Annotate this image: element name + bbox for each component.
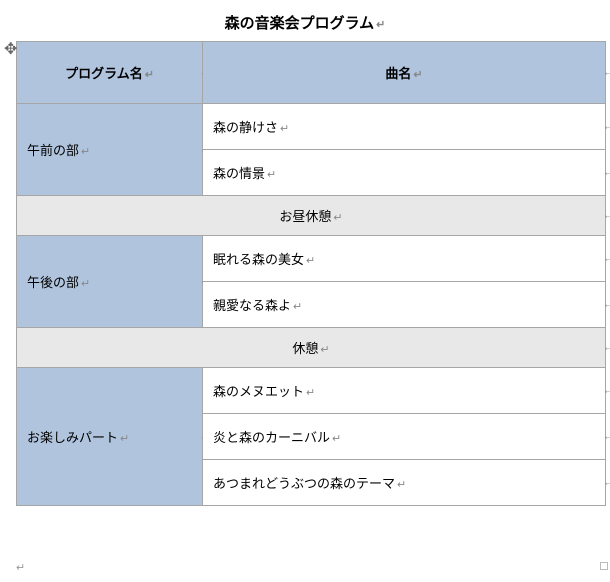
break-cell-text: お昼休憩 [279, 209, 331, 224]
return-mark-icon: ↵ [320, 343, 329, 356]
return-mark-icon: ↵ [397, 478, 406, 491]
table-container: ✥ プログラム名↵ ← 曲名↵ ← 午前の部↵←森の静けさ↵←森の情景↵←お昼休… [16, 41, 606, 506]
table-body: 午前の部↵←森の静けさ↵←森の情景↵←お昼休憩↵←午後の部↵←眠れる森の美女↵←… [17, 104, 606, 506]
song-cell: あつまれどうぶつの森のテーマ↵← [203, 460, 606, 506]
program-cell-text: お楽しみパート [27, 430, 118, 445]
cell-end-icon: ← [603, 67, 610, 78]
song-cell: 親愛なる森よ↵← [203, 282, 606, 328]
header-program-text: プログラム名 [65, 66, 143, 81]
corner-box-icon [600, 562, 608, 570]
program-cell: お楽しみパート↵← [17, 368, 203, 506]
header-song-text: 曲名 [385, 66, 411, 81]
song-cell: 森の静けさ↵← [203, 104, 606, 150]
cell-end-icon: ← [603, 431, 610, 442]
return-mark-icon: ↵ [306, 386, 315, 399]
song-cell: 炎と森のカーニバル↵← [203, 414, 606, 460]
cell-end-icon: ← [603, 253, 610, 264]
cell-end-icon: ← [603, 121, 610, 132]
return-mark-icon: ↵ [333, 211, 342, 224]
program-cell: 午前の部↵← [17, 104, 203, 196]
song-cell: 森のメヌエット↵← [203, 368, 606, 414]
table-anchor-icon: ✥ [4, 39, 16, 51]
return-mark-icon: ↵ [376, 18, 385, 31]
cell-end-icon: ← [603, 477, 610, 488]
return-mark-icon: ↵ [293, 300, 302, 313]
break-cell: お昼休憩↵← [17, 196, 606, 236]
cell-end-icon: ← [603, 385, 610, 396]
cell-end-icon: ← [603, 210, 610, 221]
return-mark-icon: ↵ [280, 122, 289, 135]
song-cell-text: 炎と森のカーニバル [213, 430, 330, 445]
return-mark-icon: ↵ [306, 254, 315, 267]
header-song: 曲名↵ ← [203, 42, 606, 104]
break-row: お昼休憩↵← [17, 196, 606, 236]
song-cell: 眠れる森の美女↵← [203, 236, 606, 282]
program-cell-text: 午後の部 [27, 275, 79, 290]
song-cell-text: 森のメヌエット [213, 384, 304, 399]
return-mark-icon: ↵ [332, 432, 341, 445]
song-cell-text: 眠れる森の美女 [213, 252, 304, 267]
song-cell-text: 森の情景 [213, 166, 265, 181]
cell-end-icon: ← [603, 299, 610, 310]
return-mark-icon: ↵ [81, 145, 90, 158]
program-cell: 午後の部↵← [17, 236, 203, 328]
table-header-row: プログラム名↵ ← 曲名↵ ← [17, 42, 606, 104]
program-cell-text: 午前の部 [27, 143, 79, 158]
page-title: 森の音楽会プログラム↵ [0, 12, 610, 33]
header-program: プログラム名↵ ← [17, 42, 203, 104]
return-mark-icon: ↵ [267, 168, 276, 181]
cell-end-icon: ← [603, 342, 610, 353]
return-mark-icon: ↵ [145, 68, 154, 81]
table-row: 午前の部↵←森の静けさ↵← [17, 104, 606, 150]
return-mark-icon: ↵ [81, 277, 90, 290]
table-row: お楽しみパート↵←森のメヌエット↵← [17, 368, 606, 414]
song-cell: 森の情景↵← [203, 150, 606, 196]
song-cell-text: 森の静けさ [213, 120, 278, 135]
song-cell-text: 親愛なる森よ [213, 298, 291, 313]
title-text: 森の音楽会プログラム [225, 15, 375, 32]
break-cell-text: 休憩 [292, 341, 318, 356]
program-table: プログラム名↵ ← 曲名↵ ← 午前の部↵←森の静けさ↵←森の情景↵←お昼休憩↵… [16, 41, 606, 506]
return-mark-icon: ↵ [16, 561, 25, 574]
break-cell: 休憩↵← [17, 328, 606, 368]
cell-end-icon: ← [603, 167, 610, 178]
table-row: 午後の部↵←眠れる森の美女↵← [17, 236, 606, 282]
return-mark-icon: ↵ [413, 68, 422, 81]
song-cell-text: あつまれどうぶつの森のテーマ [213, 476, 395, 491]
return-mark-icon: ↵ [120, 432, 129, 445]
break-row: 休憩↵← [17, 328, 606, 368]
